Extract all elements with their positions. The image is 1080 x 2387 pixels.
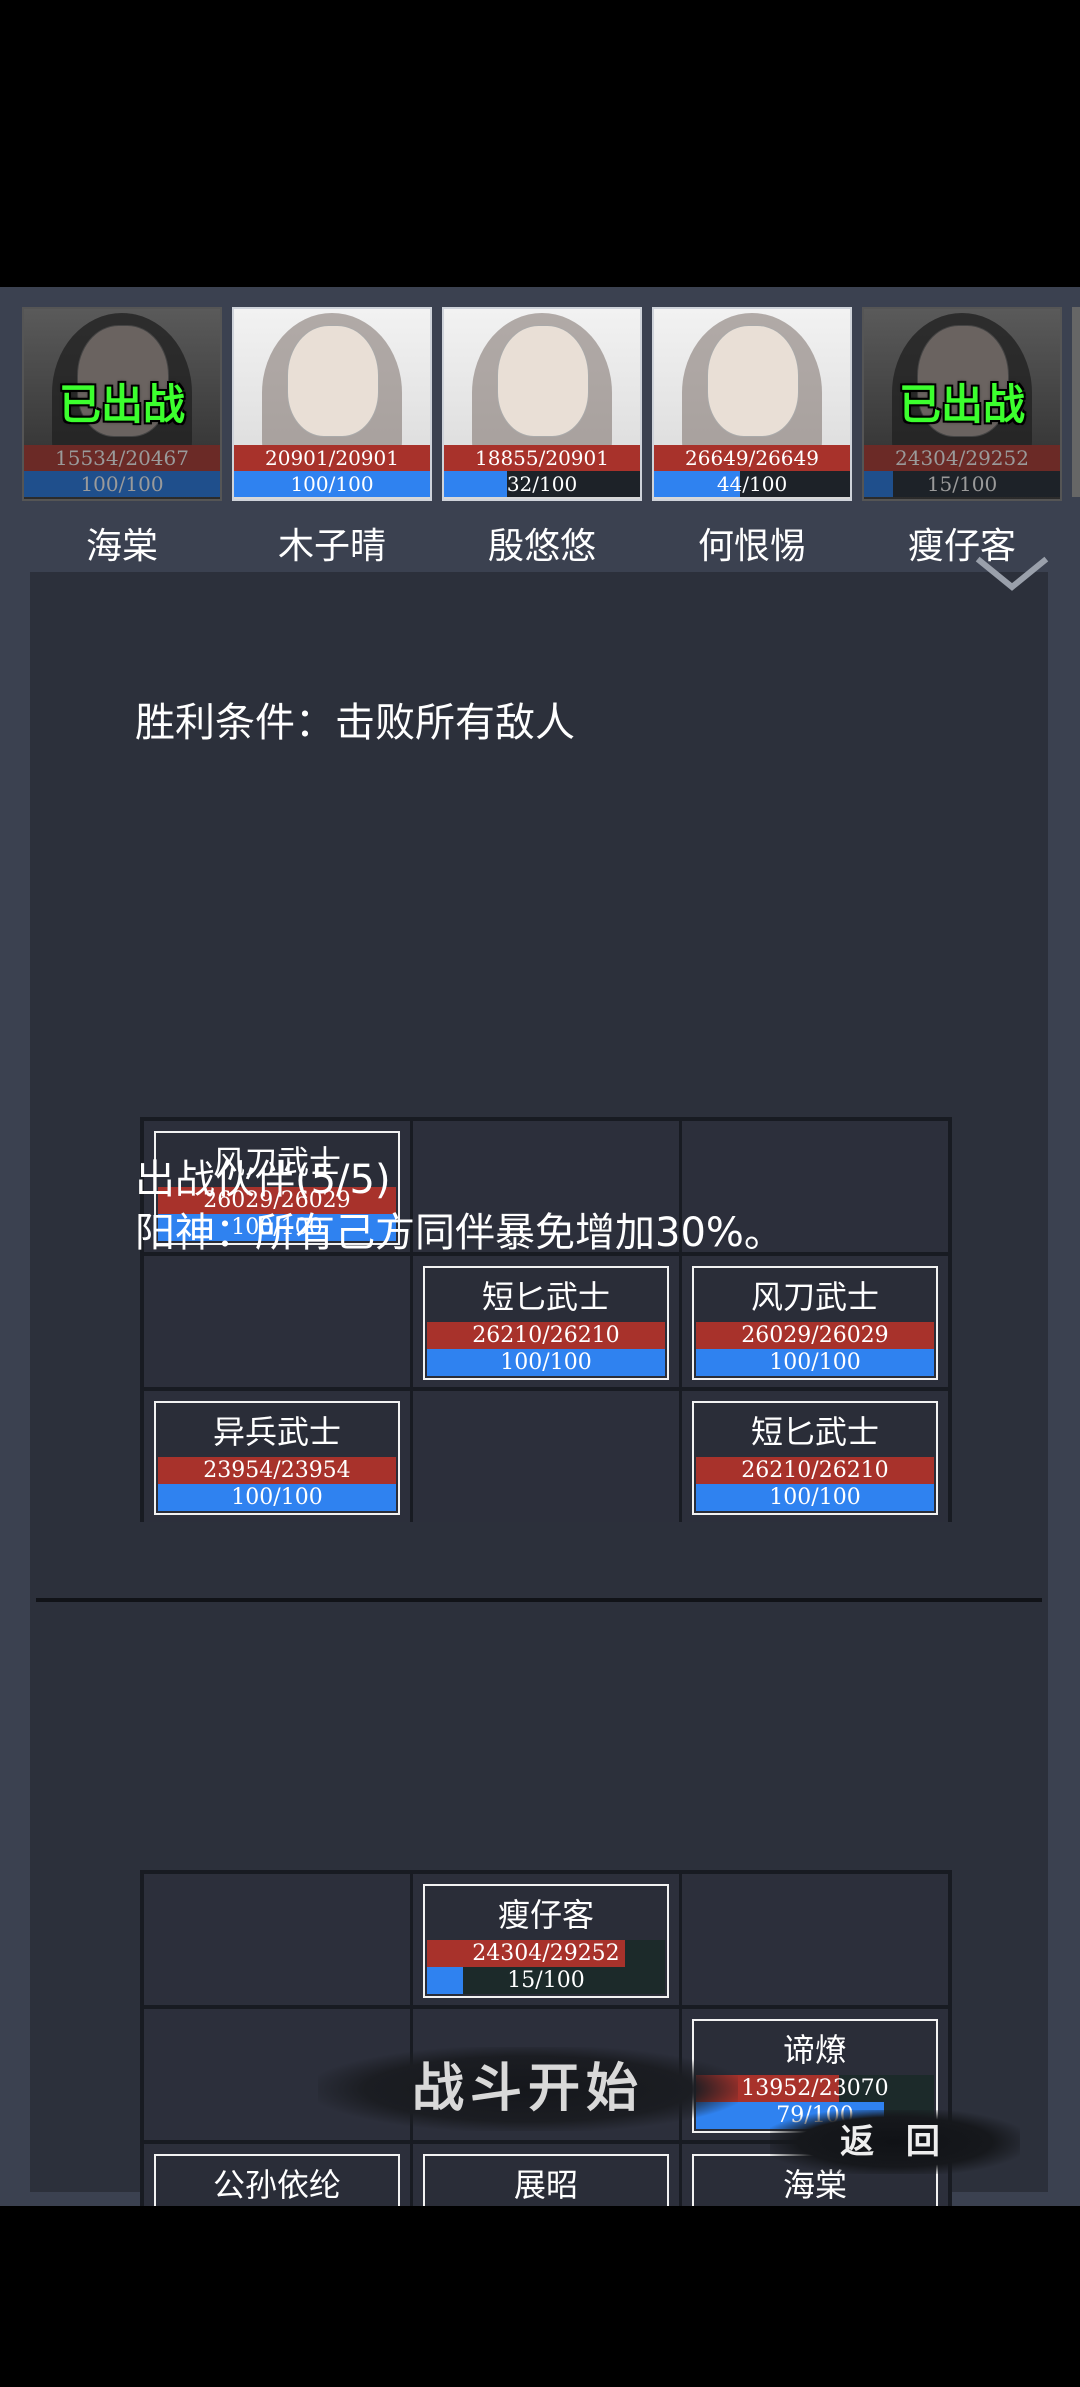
hero-portrait: 已出战 15534/20467 100/100 [22,307,222,501]
enemy-unit-card[interactable]: 短匕武士 26210/26210 100/100 [692,1401,938,1515]
roster-hero-card[interactable]: 26649/26649 44/100 何恨惕 [652,307,852,567]
enemy-grid-cell[interactable]: 风刀武士 26029/26029 100/100 [682,1256,948,1387]
status-bar-area [0,0,1080,287]
party-bonus-text: 阳神：所有己方同伴暴免增加30%。 [135,1210,784,1256]
unit-mp-text: 15/100 [507,1968,585,1993]
enemy-unit-card[interactable]: 短匕武士 26210/26210 100/100 [423,1266,669,1380]
hero-name: 海棠 [85,526,158,567]
ally-grid-cell[interactable]: 瘦仔客 24304/29252 15/100 [413,1874,679,2005]
roster-hero-card[interactable]: 已出战 24304/29252 15/100 瘦仔客 [862,307,1062,567]
unit-mp-bar: 100/100 [158,1484,396,1511]
hero-mp-text: 100/100 [80,472,164,496]
victory-condition: 胜利条件：击败所有敌人 [135,700,575,746]
unit-mp-text: 100/100 [231,1485,323,1510]
unit-name: 短匕武士 [750,1413,879,1451]
hero-hp-bar: 26649/26649 [654,445,850,471]
unit-hp-text: 24304/29252 [472,1941,620,1966]
unit-hp-bar: 23954/23954 [158,1457,396,1484]
unit-mp-bar: 100/100 [696,1484,934,1511]
hero-hp-text: 26649/26649 [685,446,819,470]
deployed-badge: 已出战 [58,380,185,429]
deployed-badge: 已出战 [898,380,1025,429]
hero-hp-text: 18855/20901 [475,446,609,470]
chevron-down-icon[interactable] [972,555,1052,595]
unit-mp-bar: 100/100 [427,1349,665,1376]
enemy-grid-cell[interactable] [413,1391,679,1522]
unit-hp-bar: 26210/26210 [696,1457,934,1484]
unit-hp-bar: 24304/29252 [427,1940,665,1967]
unit-hp-bar: 26029/26029 [696,1322,934,1349]
unit-name: 展昭 [513,2166,578,2204]
unit-mp-text: 100/100 [769,1485,861,1510]
roster-hero-card[interactable]: 20901/20901 100/100 木子晴 [232,307,432,567]
unit-hp-text: 23954/23954 [203,1458,351,1483]
party-title: 出战伙伴(5/5) [135,1157,391,1203]
start-battle-label: 战斗开始 [411,2058,644,2119]
hero-mp-bar: 32/100 [444,471,640,497]
hero-face-art [287,325,379,437]
unit-name: 风刀武士 [750,1278,879,1316]
hero-portrait: 18855/20901 32/100 [442,307,642,501]
back-label: 返 回 [840,2122,950,2162]
roster-hero-card[interactable]: 已出战 15534/20467 100/100 海棠 [22,307,222,567]
enemy-unit-card[interactable]: 风刀武士 26029/26029 100/100 [692,1266,938,1380]
unit-mp-text: 100/100 [769,1350,861,1375]
hero-roster[interactable]: 已出战 15534/20467 100/100 海棠 20901/20901 100/10… [0,287,1080,567]
start-battle-button[interactable]: 战斗开始 [318,2047,738,2131]
navigation-bar-area [0,2206,1080,2387]
hero-mp-text: 32/100 [506,472,578,496]
hero-hp-text: 24304/29252 [895,446,1029,470]
hero-mp-bar: 44/100 [654,471,850,497]
battle-setup-screen: 已出战 15534/20467 100/100 海棠 20901/20901 100/10… [0,287,1080,2275]
section-divider [36,1598,1042,1602]
hero-hp-text: 20901/20901 [265,446,399,470]
unit-hp-text: 26210/26210 [472,1323,620,1348]
hero-mp-text: 44/100 [716,472,788,496]
unit-name: 公孙依纶 [212,2166,341,2204]
hero-portrait: 26649/26649 44/100 [652,307,852,501]
hero-hp-bar: 18855/20901 [444,445,640,471]
hero-face-art [497,325,589,437]
hero-portrait: 20901/20901 100/100 [232,307,432,501]
unit-hp-bar: 26210/26210 [427,1322,665,1349]
unit-name: 短匕武士 [481,1278,610,1316]
unit-name: 异兵武士 [212,1413,341,1451]
roster-next-card-edge[interactable] [1072,307,1080,497]
hero-face-art [707,325,799,437]
enemy-unit-card[interactable]: 异兵武士 23954/23954 100/100 [154,1401,400,1515]
back-button[interactable]: 返 回 [770,2110,1020,2174]
hero-name: 殷悠悠 [487,526,596,567]
ally-grid-cell[interactable] [682,1874,948,2005]
hero-hp-bar: 15534/20467 [24,445,220,471]
hero-hp-bar: 20901/20901 [234,445,430,471]
enemy-grid-cell[interactable] [144,1256,410,1387]
hero-name: 何恨惕 [697,526,806,567]
ally-unit-card[interactable]: 瘦仔客 24304/29252 15/100 [423,1884,669,1998]
hero-mp-bar: 100/100 [24,471,220,497]
hero-hp-text: 15534/20467 [55,446,189,470]
hero-mp-bar: 15/100 [864,471,1060,497]
unit-hp-text: 26029/26029 [741,1323,889,1348]
enemy-grid-cell[interactable]: 短匕武士 26210/26210 100/100 [413,1256,679,1387]
unit-hp-text: 26210/26210 [741,1458,889,1483]
ally-grid-cell[interactable] [144,1874,410,2005]
unit-mp-text: 100/100 [500,1350,592,1375]
battle-panel: 胜利条件：击败所有敌人 风刀武士 26029/26029 100/100 短匕武士 26… [30,572,1048,2275]
hero-mp-bar: 100/100 [234,471,430,497]
unit-mp-bar: 100/100 [696,1349,934,1376]
unit-name: 瘦仔客 [497,1896,594,1934]
roster-hero-card[interactable]: 18855/20901 32/100 殷悠悠 [442,307,642,567]
enemy-grid-cell[interactable]: 短匕武士 26210/26210 100/100 [682,1391,948,1522]
hero-mp-text: 100/100 [290,472,374,496]
enemy-grid-cell[interactable]: 异兵武士 23954/23954 100/100 [144,1391,410,1522]
hero-hp-bar: 24304/29252 [864,445,1060,471]
hero-mp-text: 15/100 [926,472,998,496]
unit-mp-bar: 15/100 [427,1967,665,1994]
hero-portrait: 已出战 24304/29252 15/100 [862,307,1062,501]
hero-name: 木子晴 [277,526,386,567]
